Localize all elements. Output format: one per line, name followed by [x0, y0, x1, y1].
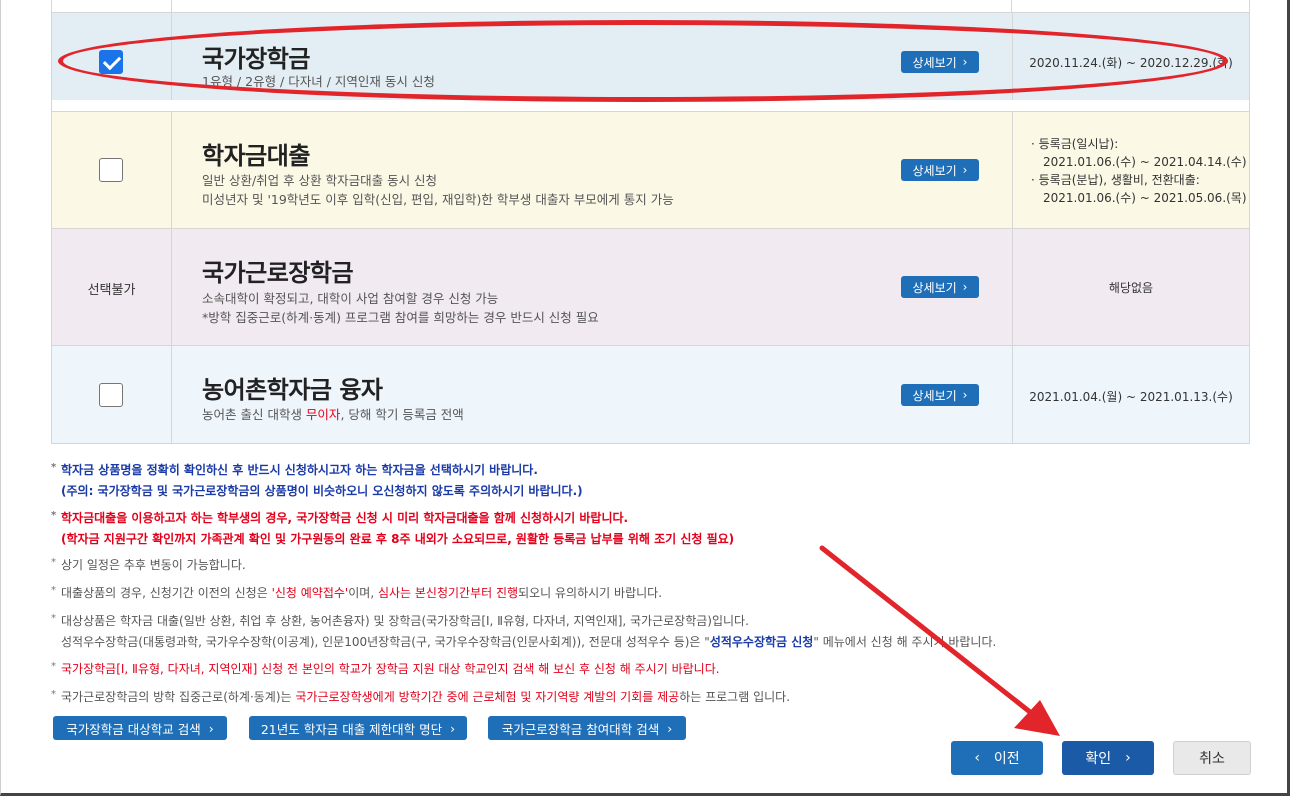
arrow-shaft [819, 545, 1033, 715]
annotation-arrow [819, 545, 1060, 736]
